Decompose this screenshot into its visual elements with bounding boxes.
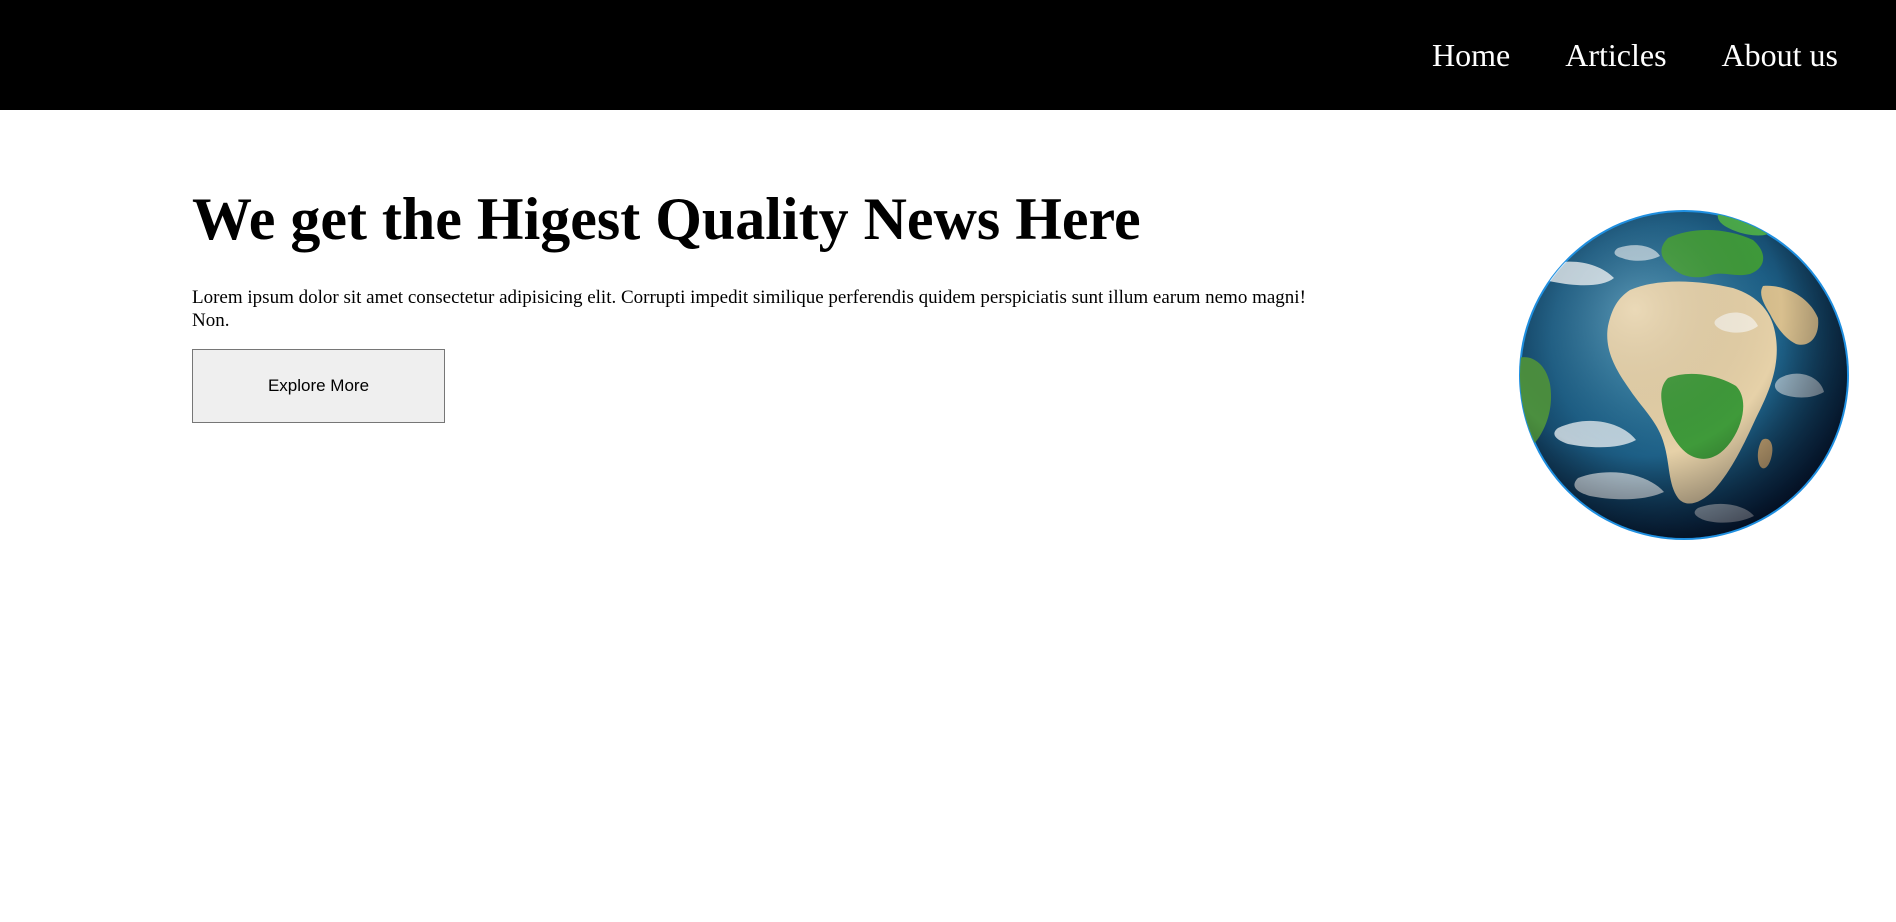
hero-section: We get the Higest Quality News Here Lore…	[192, 178, 1332, 332]
nav-link-about-us[interactable]: About us	[1722, 39, 1838, 71]
nav-link-home[interactable]: Home	[1432, 39, 1510, 71]
earth-globe-image	[1519, 210, 1849, 540]
navbar: Home Articles About us	[0, 0, 1896, 110]
hero-title: We get the Higest Quality News Here	[192, 186, 1141, 252]
nav-link-articles[interactable]: Articles	[1565, 39, 1666, 71]
nav-links: Home Articles About us	[1432, 0, 1838, 110]
explore-more-button[interactable]: Explore More	[192, 349, 445, 423]
hero-description: Lorem ipsum dolor sit amet consectetur a…	[192, 287, 1306, 331]
